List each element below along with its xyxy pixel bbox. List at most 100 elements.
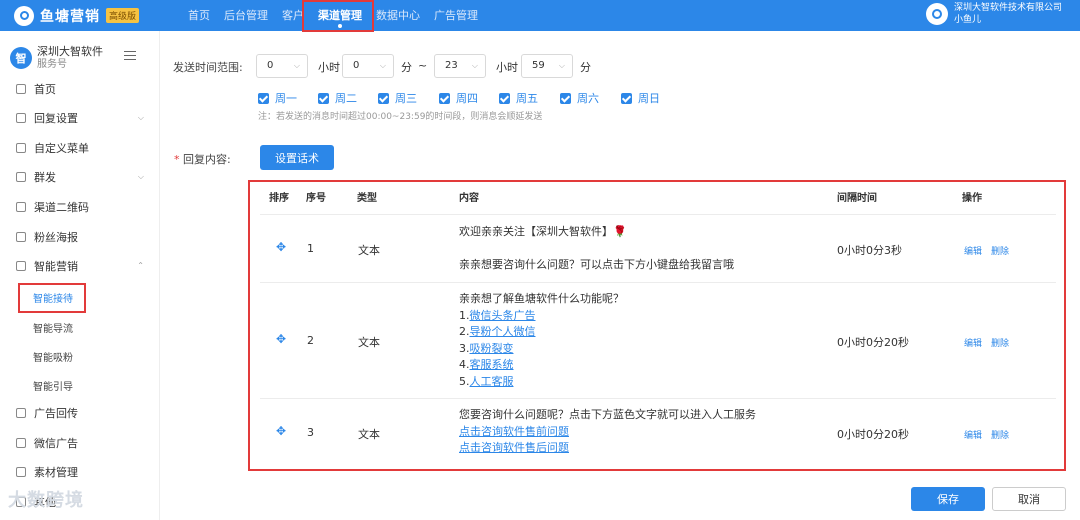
brand[interactable]: 鱼塘营销 高级版: [0, 5, 160, 26]
row-index: 3: [307, 426, 314, 439]
sidebar-item-reply[interactable]: 回复设置 ⌵: [0, 107, 160, 129]
checkbox-wednesday[interactable]: 周三: [378, 90, 417, 106]
link-item[interactable]: 微信头条广告: [470, 309, 536, 322]
topnav-customers[interactable]: 客户: [282, 0, 304, 31]
image-icon: [16, 408, 26, 418]
header-interval: 间隔时间: [837, 193, 877, 204]
sidebar-item-material[interactable]: 素材管理: [0, 461, 160, 483]
delete-link[interactable]: 删除: [991, 336, 1009, 349]
topnav-admin[interactable]: 后台管理: [224, 0, 268, 31]
edit-link[interactable]: 编辑: [964, 244, 982, 257]
end-hour-select[interactable]: 23 ⌵: [434, 54, 486, 78]
row-index: 2: [307, 334, 314, 347]
sidebar-item-wechat-ad[interactable]: 微信广告: [0, 432, 160, 454]
checkbox-tuesday[interactable]: 周二: [318, 90, 357, 106]
set-script-button[interactable]: 设置话术: [260, 145, 334, 170]
start-hour-select[interactable]: 0 ⌵: [256, 54, 308, 78]
row-content: 您要咨询什么问题呢？点击下方蓝色文字就可以进入人工服务 点击咨询软件售前问题 点…: [459, 407, 756, 457]
link-item[interactable]: 导粉个人微信: [470, 325, 536, 338]
sidebar-subitem-fans[interactable]: 智能吸粉: [33, 349, 73, 364]
unit-minute-label: 分: [401, 61, 412, 74]
account-name: 深圳大智软件: [37, 45, 103, 58]
link-item[interactable]: 吸粉裂变: [470, 342, 514, 355]
checkbox-sunday[interactable]: 周日: [621, 90, 660, 106]
sidebar-subitem-lead[interactable]: 智能引导: [33, 378, 73, 393]
checkbox-friday[interactable]: 周五: [499, 90, 538, 106]
header-action: 操作: [962, 193, 982, 204]
sidebar-item-home[interactable]: 首页: [0, 78, 160, 100]
home-icon: [16, 84, 26, 94]
sidebar-item-ad-return[interactable]: 广告回传: [0, 402, 160, 424]
row-content: 欢迎亲亲关注【深圳大智软件】🌹 亲亲想要咨询什么问题？可以点击下方小键盘给我留言…: [459, 225, 734, 271]
chevron-up-icon: ⌃: [137, 261, 144, 270]
chat-icon: [16, 113, 26, 123]
marketing-icon: [16, 261, 26, 271]
plan-badge: 高级版: [106, 8, 140, 23]
start-minute-select[interactable]: 0 ⌵: [342, 54, 394, 78]
save-button[interactable]: 保存: [911, 487, 985, 511]
account-user: 小鱼儿: [953, 15, 981, 25]
link-aftersales[interactable]: 点击咨询软件售后问题: [459, 440, 756, 457]
required-mark: *: [174, 153, 180, 166]
checkbox-thursday[interactable]: 周四: [439, 90, 478, 106]
send-time-note: 注：若发送的消息时间超过00:00~23:59的时间段，则消息会顺延发送: [258, 112, 543, 122]
topnav-data[interactable]: 数据中心: [376, 0, 420, 31]
edit-link[interactable]: 编辑: [964, 428, 982, 441]
sidebar-item-poster[interactable]: 粉丝海报: [0, 226, 160, 248]
delete-link[interactable]: 删除: [991, 428, 1009, 441]
row-type: 文本: [358, 244, 380, 257]
ad-icon: [16, 438, 26, 448]
checkbox-monday[interactable]: 周一: [258, 90, 297, 106]
checkbox-checked-icon: [378, 92, 389, 104]
checkbox-checked-icon: [621, 92, 632, 104]
brand-name: 鱼塘营销: [40, 8, 100, 25]
table-row: ✥ 1 文本 欢迎亲亲关注【深圳大智软件】🌹 亲亲想要咨询什么问题？可以点击下方…: [260, 214, 1056, 282]
row-type: 文本: [358, 428, 380, 441]
watermark: 大数跨境: [8, 490, 84, 511]
sidebar-item-mass[interactable]: 群发 ⌵: [0, 166, 160, 188]
cancel-button[interactable]: 取消: [992, 487, 1066, 511]
header-type: 类型: [357, 193, 377, 204]
sidebar-subitem-guide[interactable]: 智能导流: [33, 320, 73, 335]
chevron-down-icon: ⌵: [293, 61, 300, 70]
account-company: 深圳大智软件技术有限公司: [953, 3, 1062, 13]
time-range-label: 发送时间范围:: [173, 61, 243, 74]
topnav-ads[interactable]: 广告管理: [434, 0, 478, 31]
table-row: ✥ 3 文本 您要咨询什么问题呢？点击下方蓝色文字就可以进入人工服务 点击咨询软…: [260, 398, 1056, 462]
menu-toggle-icon[interactable]: [124, 51, 136, 63]
header-index: 序号: [306, 193, 326, 204]
end-minute-select[interactable]: 59 ⌵: [521, 54, 573, 78]
link-item[interactable]: 客服系统: [470, 358, 514, 371]
row-interval: 0小时0分3秒: [837, 244, 902, 257]
drag-handle-icon[interactable]: ✥: [276, 332, 286, 346]
account-menu[interactable]: 深圳大智软件技术有限公司 小鱼儿: [925, 2, 1062, 26]
header-sort: 排序: [269, 193, 289, 204]
checkbox-checked-icon: [439, 92, 450, 104]
chevron-down-icon: ⌵: [379, 61, 386, 70]
checkbox-checked-icon: [560, 92, 571, 104]
image-icon: [16, 232, 26, 242]
row-interval: 0小时0分20秒: [837, 428, 909, 441]
checkbox-checked-icon: [499, 92, 510, 104]
account-avatar-icon: [925, 3, 948, 25]
row-index: 1: [307, 242, 314, 255]
sidebar-item-marketing[interactable]: 智能营销 ⌃: [0, 255, 160, 277]
qrcode-icon: [16, 202, 26, 212]
nav-highlight-box: [302, 0, 374, 32]
drag-handle-icon[interactable]: ✥: [276, 240, 286, 254]
checkbox-saturday[interactable]: 周六: [560, 90, 599, 106]
link-item[interactable]: 人工客服: [470, 375, 514, 388]
sidebar-item-menu[interactable]: 自定义菜单: [0, 137, 160, 159]
edit-link[interactable]: 编辑: [964, 336, 982, 349]
row-type: 文本: [358, 336, 380, 349]
chevron-down-icon: ⌵: [137, 172, 144, 181]
topnav-home[interactable]: 首页: [188, 0, 210, 31]
chevron-down-icon: ⌵: [471, 61, 478, 70]
link-presales[interactable]: 点击咨询软件售前问题: [459, 424, 756, 441]
sidebar-item-qrcode[interactable]: 渠道二维码: [0, 196, 160, 218]
drag-handle-icon[interactable]: ✥: [276, 424, 286, 438]
checkbox-checked-icon: [318, 92, 329, 104]
folder-icon: [16, 467, 26, 477]
delete-link[interactable]: 删除: [991, 244, 1009, 257]
users-icon: [16, 172, 26, 182]
